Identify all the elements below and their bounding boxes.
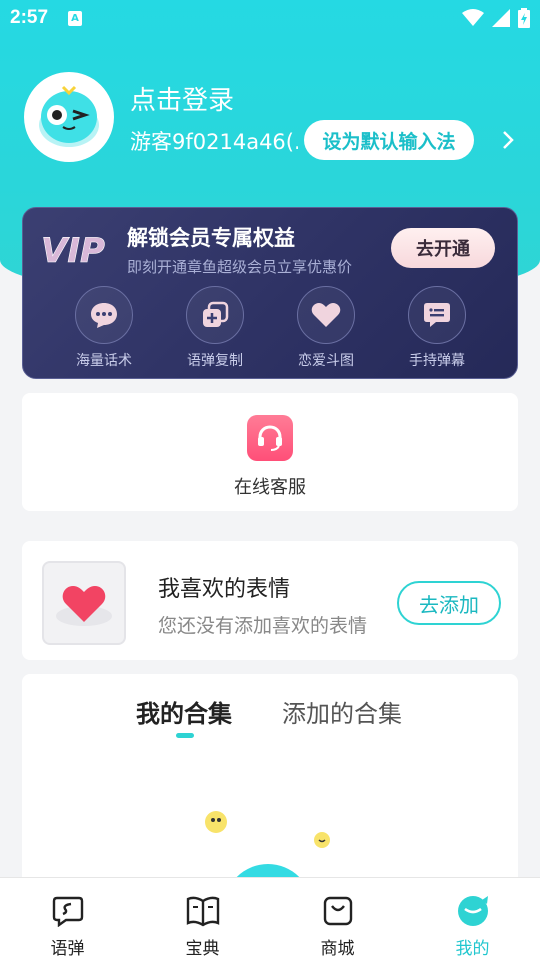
set-default-ime-button[interactable]: 设为默认输入法 [304,120,474,160]
vip-logo: VIP [41,231,106,270]
favorites-subtitle: 您还没有添加喜欢的表情 [158,615,368,637]
vip-feature-label: 语弹复制 [187,353,243,369]
notification-a-icon: A [68,10,83,26]
status-time: 2:57 [10,7,49,28]
nav-item-yudan[interactable]: 语弹 [0,878,135,960]
tab-added-collections[interactable]: 添加的合集 [282,694,402,729]
chevron-right-icon[interactable] [498,124,518,156]
guest-id: 游客9f0214a46(... [130,130,298,154]
favorites-card: 我喜欢的表情 您还没有添加喜欢的表情 去添加 [22,541,518,660]
nav-label: 我的 [455,939,490,959]
chat-bubble-icon [75,286,133,344]
vip-subtitle: 即刻开通章鱼超级会员立享优惠价 [127,258,353,276]
favorites-add-button[interactable]: 去添加 [397,581,501,625]
vip-feature-scripts[interactable]: 海量话术 [59,286,149,370]
battery-icon [518,8,530,28]
profile-icon [456,894,490,928]
nav-item-book[interactable]: 宝典 [135,878,270,960]
wifi-icon [462,9,484,26]
vip-features: 海量话术 语弹复制 恋爱斗图 手持弹幕 [23,286,517,376]
online-service-item[interactable]: 在线客服 [218,415,322,499]
tab-indicator [176,733,194,738]
nav-label: 语弹 [50,939,85,959]
yudan-icon [51,894,85,928]
nav-label: 宝典 [185,939,220,959]
heart-icon [297,286,355,344]
online-service-label: 在线客服 [234,477,306,498]
nav-item-shop[interactable]: 商城 [270,878,405,960]
heart-icon [56,586,112,626]
vip-feature-label: 手持弹幕 [409,353,465,369]
shop-bag-icon [321,894,355,928]
service-card: 在线客服 [22,393,518,511]
vip-card[interactable]: VIP 解锁会员专属权益 即刻开通章鱼超级会员立享优惠价 去开通 海量话术 语弹… [22,207,518,379]
vip-title: 解锁会员专属权益 [127,226,295,250]
vip-feature-copy[interactable]: 语弹复制 [170,286,260,370]
favorites-title: 我喜欢的表情 [158,577,291,602]
status-bar: 2:57 A [0,0,540,36]
nav-item-mine[interactable]: 我的 [405,878,540,960]
svg-text:VIP: VIP [41,231,105,270]
headset-icon [247,415,293,461]
avatar[interactable] [24,72,114,162]
nav-label: 商城 [320,939,355,959]
vip-open-button[interactable]: 去开通 [391,228,495,268]
vip-feature-danmaku[interactable]: 手持弹幕 [392,286,482,370]
bottom-nav: 语弹 宝典 商城 我的 [0,877,540,960]
tab-my-collections[interactable]: 我的合集 [136,694,232,729]
copy-plus-icon [186,286,244,344]
danmaku-icon [408,286,466,344]
octopus-mascot-icon [39,85,99,147]
vip-feature-label: 恋爱斗图 [298,353,354,369]
vip-feature-meme[interactable]: 恋爱斗图 [281,286,371,370]
signal-icon [492,9,510,27]
favorites-thumbnail [42,561,126,645]
book-icon [186,894,220,928]
vip-feature-label: 海量话术 [76,353,132,369]
login-title[interactable]: 点击登录 [130,80,234,117]
